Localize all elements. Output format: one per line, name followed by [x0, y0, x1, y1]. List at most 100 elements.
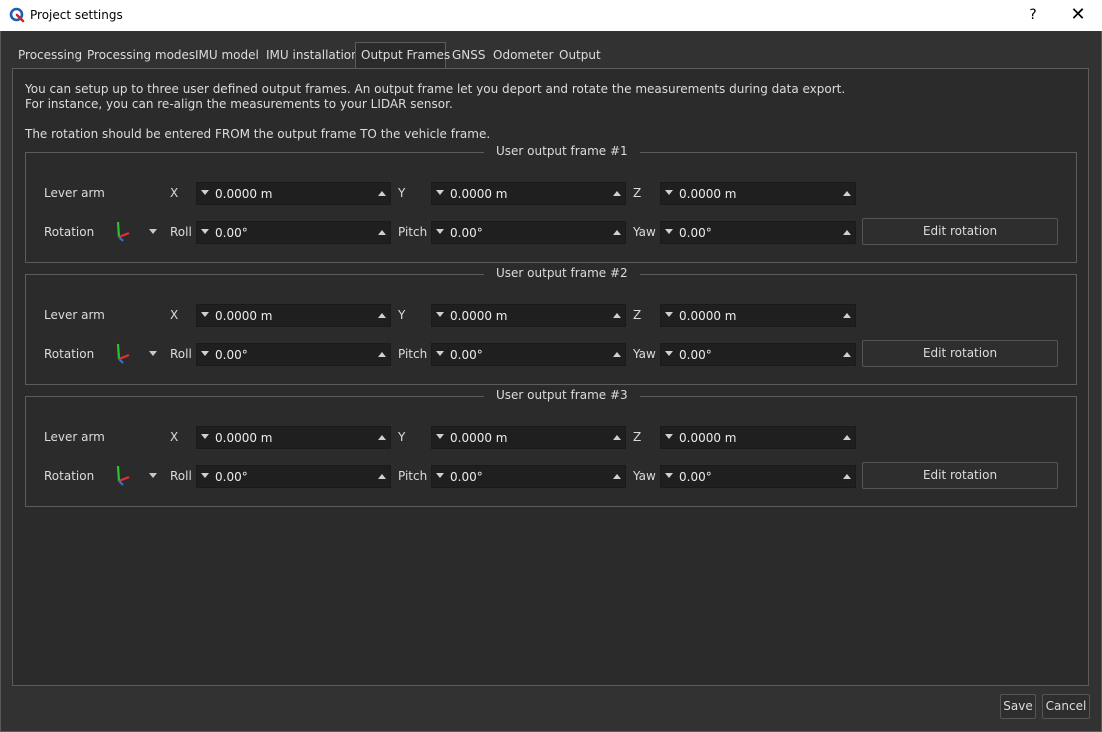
help-button[interactable]: ?	[1018, 2, 1048, 28]
increment-icon[interactable]	[378, 474, 386, 479]
decrement-icon[interactable]	[201, 351, 209, 356]
tab-imu-model[interactable]: IMU model	[190, 43, 264, 68]
increment-icon[interactable]	[843, 352, 851, 357]
decrement-icon[interactable]	[436, 473, 444, 478]
increment-icon[interactable]	[378, 313, 386, 318]
lever-arm-y-value: 0.0000 m	[450, 431, 508, 445]
pitch-input[interactable]: 0.00°	[431, 221, 626, 244]
roll-input[interactable]: 0.00°	[196, 221, 391, 244]
decrement-icon[interactable]	[436, 434, 444, 439]
lever-arm-x-input[interactable]: 0.0000 m	[196, 304, 391, 327]
yaw-label: Yaw	[633, 347, 656, 361]
increment-icon[interactable]	[613, 313, 621, 318]
cancel-button[interactable]: Cancel	[1042, 694, 1090, 719]
increment-icon[interactable]	[843, 230, 851, 235]
increment-icon[interactable]	[378, 230, 386, 235]
x-label: X	[170, 430, 179, 444]
increment-icon[interactable]	[843, 313, 851, 318]
decrement-icon[interactable]	[201, 190, 209, 195]
increment-icon[interactable]	[843, 435, 851, 440]
increment-icon[interactable]	[613, 230, 621, 235]
decrement-icon[interactable]	[665, 190, 673, 195]
edit-rotation-button[interactable]: Edit rotation	[862, 340, 1058, 367]
lever-arm-label: Lever arm	[44, 186, 105, 200]
pitch-input[interactable]: 0.00°	[431, 343, 626, 366]
roll-input[interactable]: 0.00°	[196, 465, 391, 488]
tab-output[interactable]: Output	[554, 43, 606, 68]
rotation-dropdown-arrow-icon[interactable]	[149, 229, 157, 234]
lever-arm-y-input[interactable]: 0.0000 m	[431, 182, 626, 205]
decrement-icon[interactable]	[201, 434, 209, 439]
pitch-value: 0.00°	[450, 470, 483, 484]
decrement-icon[interactable]	[436, 190, 444, 195]
tab-odometer[interactable]: Odometer	[488, 43, 559, 68]
increment-icon[interactable]	[613, 352, 621, 357]
lever-arm-x-input[interactable]: 0.0000 m	[196, 182, 391, 205]
tab-imu-installation[interactable]: IMU installation	[261, 43, 364, 68]
output-frame-title: User output frame #2	[484, 266, 640, 280]
tab-processing[interactable]: Processing	[13, 43, 87, 68]
rotation-dropdown-arrow-icon[interactable]	[149, 473, 157, 478]
lever-arm-x-value: 0.0000 m	[215, 309, 273, 323]
lever-arm-label: Lever arm	[44, 430, 105, 444]
axes-icon[interactable]	[113, 342, 133, 364]
yaw-input[interactable]: 0.00°	[660, 343, 856, 366]
y-label: Y	[398, 308, 406, 322]
decrement-icon[interactable]	[436, 312, 444, 317]
decrement-icon[interactable]	[665, 229, 673, 234]
yaw-label: Yaw	[633, 469, 656, 483]
lever-arm-x-input[interactable]: 0.0000 m	[196, 426, 391, 449]
decrement-icon[interactable]	[436, 229, 444, 234]
pitch-label: Pitch	[398, 469, 428, 483]
decrement-icon[interactable]	[201, 229, 209, 234]
z-label: Z	[633, 186, 642, 200]
increment-icon[interactable]	[378, 191, 386, 196]
axes-icon[interactable]	[113, 220, 133, 242]
lever-arm-z-input[interactable]: 0.0000 m	[660, 426, 856, 449]
y-label: Y	[398, 430, 406, 444]
increment-icon[interactable]	[613, 191, 621, 196]
lever-arm-y-value: 0.0000 m	[450, 187, 508, 201]
z-label: Z	[633, 430, 642, 444]
decrement-icon[interactable]	[665, 351, 673, 356]
tab-gnss[interactable]: GNSS	[447, 43, 491, 68]
lever-arm-y-value: 0.0000 m	[450, 309, 508, 323]
increment-icon[interactable]	[613, 435, 621, 440]
decrement-icon[interactable]	[201, 312, 209, 317]
lever-arm-y-input[interactable]: 0.0000 m	[431, 426, 626, 449]
lever-arm-y-input[interactable]: 0.0000 m	[431, 304, 626, 327]
increment-icon[interactable]	[378, 435, 386, 440]
yaw-value: 0.00°	[679, 226, 712, 240]
lever-arm-x-value: 0.0000 m	[215, 187, 273, 201]
roll-input[interactable]: 0.00°	[196, 343, 391, 366]
tab-processing-modes[interactable]: Processing modes	[82, 43, 200, 68]
yaw-input[interactable]: 0.00°	[660, 465, 856, 488]
close-button[interactable]: ✕	[1063, 2, 1093, 28]
decrement-icon[interactable]	[665, 473, 673, 478]
decrement-icon[interactable]	[201, 473, 209, 478]
rotation-dropdown-arrow-icon[interactable]	[149, 351, 157, 356]
increment-icon[interactable]	[843, 474, 851, 479]
rotation-label: Rotation	[44, 347, 95, 361]
lever-arm-z-input[interactable]: 0.0000 m	[660, 304, 856, 327]
output-frame-group	[25, 152, 1077, 263]
tab-output-frames[interactable]: Output Frames	[355, 42, 450, 69]
edit-rotation-button[interactable]: Edit rotation	[862, 462, 1058, 489]
x-label: X	[170, 308, 179, 322]
yaw-value: 0.00°	[679, 348, 712, 362]
pitch-label: Pitch	[398, 347, 428, 361]
edit-rotation-button[interactable]: Edit rotation	[862, 218, 1058, 245]
decrement-icon[interactable]	[665, 434, 673, 439]
lever-arm-x-value: 0.0000 m	[215, 431, 273, 445]
decrement-icon[interactable]	[665, 312, 673, 317]
output-frame-title: User output frame #1	[484, 144, 640, 158]
increment-icon[interactable]	[378, 352, 386, 357]
pitch-input[interactable]: 0.00°	[431, 465, 626, 488]
decrement-icon[interactable]	[436, 351, 444, 356]
increment-icon[interactable]	[843, 191, 851, 196]
lever-arm-z-input[interactable]: 0.0000 m	[660, 182, 856, 205]
increment-icon[interactable]	[613, 474, 621, 479]
axes-icon[interactable]	[113, 464, 133, 486]
yaw-input[interactable]: 0.00°	[660, 221, 856, 244]
save-button[interactable]: Save	[1000, 694, 1036, 719]
